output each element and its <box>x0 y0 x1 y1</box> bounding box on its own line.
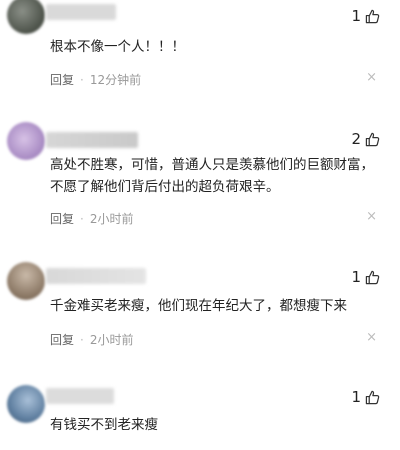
username-blurred[interactable] <box>46 388 114 404</box>
like-count: 1 <box>351 388 361 406</box>
thumbs-up-icon <box>365 390 380 405</box>
comment-text: 有钱买不到老来瘦 <box>50 417 158 433</box>
comment-item: 1 有钱买不到老来瘦 <box>0 0 400 450</box>
avatar[interactable] <box>7 385 45 423</box>
like-button[interactable]: 1 <box>351 388 380 406</box>
